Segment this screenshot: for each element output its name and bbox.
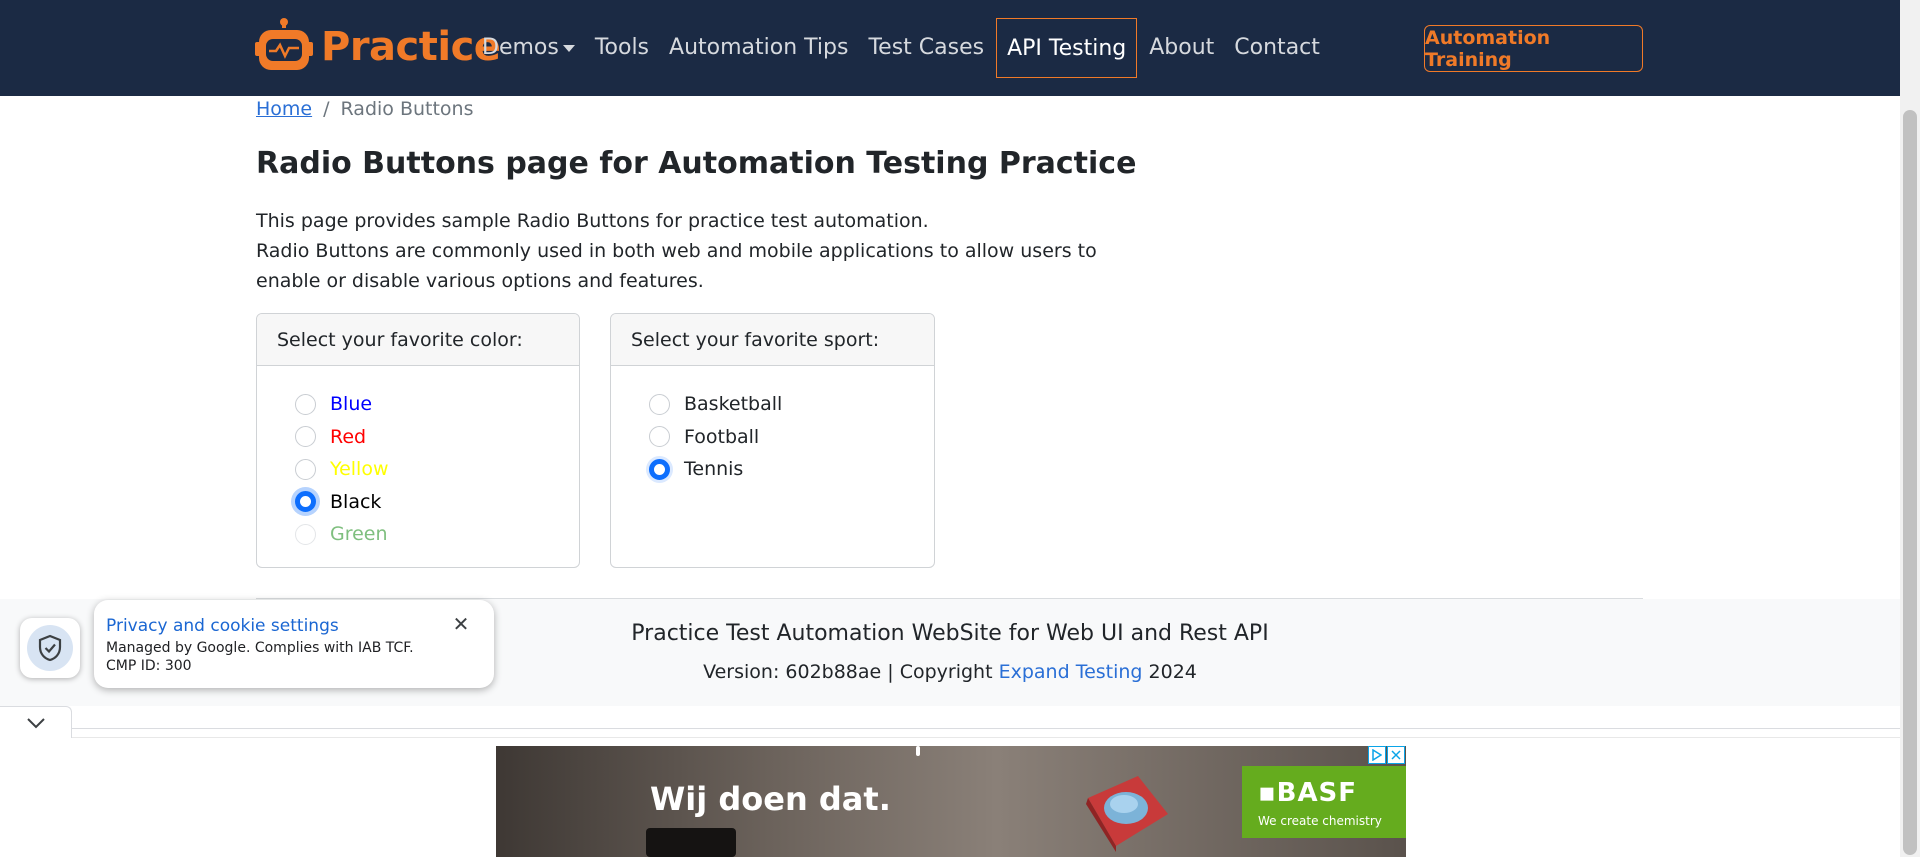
radio-black[interactable] bbox=[295, 491, 316, 513]
nav-links: Demos Tools Automation Tips Test Cases A… bbox=[472, 18, 1330, 78]
radio-football[interactable] bbox=[649, 426, 670, 448]
label-blue[interactable]: Blue bbox=[330, 393, 372, 415]
label-yellow[interactable]: Yellow bbox=[330, 458, 389, 480]
nav-test-cases[interactable]: Test Cases bbox=[858, 18, 994, 78]
cookie-settings-title[interactable]: Privacy and cookie settings bbox=[106, 616, 339, 636]
favorite-sport-card: Select your favorite sport: Basketball F… bbox=[610, 313, 935, 568]
caret-down-icon bbox=[562, 44, 575, 52]
color-card-header: Select your favorite color: bbox=[257, 314, 579, 366]
radio-tennis[interactable] bbox=[649, 458, 670, 480]
cookie-cmp-id: CMP ID: 300 bbox=[106, 658, 192, 674]
shield-check-icon bbox=[27, 625, 73, 671]
breadcrumb: Home / Radio Buttons bbox=[256, 98, 474, 120]
label-football[interactable]: Football bbox=[684, 426, 759, 448]
radio-option-basketball[interactable]: Basketball bbox=[649, 388, 934, 421]
footer-year: 2024 bbox=[1142, 661, 1197, 683]
ad-headline: Wij doen dat. bbox=[650, 780, 891, 818]
color-options: Blue Red Yellow Black Green bbox=[257, 366, 579, 551]
radio-option-yellow[interactable]: Yellow bbox=[295, 453, 579, 486]
scrollbar-thumb[interactable] bbox=[1903, 110, 1917, 855]
basf-tagline: We create chemistry bbox=[1258, 814, 1382, 828]
page-intro: This page provides sample Radio Buttons … bbox=[256, 206, 1156, 296]
radio-basketball[interactable] bbox=[649, 393, 670, 415]
ad-dark-shape bbox=[646, 828, 736, 857]
ad-light-mark bbox=[916, 746, 920, 756]
radio-option-green: Green bbox=[295, 518, 579, 551]
page-title: Radio Buttons page for Automation Testin… bbox=[256, 146, 1137, 181]
label-green: Green bbox=[330, 523, 388, 546]
automation-training-button[interactable]: Automation Training bbox=[1424, 25, 1643, 72]
adchoices-icon[interactable] bbox=[1368, 746, 1386, 764]
nav-demos-label: Demos bbox=[482, 35, 559, 60]
label-red[interactable]: Red bbox=[330, 426, 366, 448]
ad-close-icon[interactable] bbox=[1387, 746, 1405, 764]
ad-strip-divider bbox=[72, 728, 1900, 738]
radio-option-black[interactable]: Black bbox=[295, 486, 579, 519]
top-navbar: Practice Demos Tools Automation Tips Tes… bbox=[0, 0, 1900, 96]
nav-demos-dropdown[interactable]: Demos bbox=[472, 18, 585, 78]
page-scrollbar[interactable] bbox=[1900, 0, 1920, 857]
sport-options: Basketball Football Tennis bbox=[611, 366, 934, 486]
chevron-down-icon bbox=[26, 717, 45, 728]
label-tennis[interactable]: Tennis bbox=[684, 458, 743, 480]
collapse-ad-button[interactable] bbox=[0, 706, 72, 738]
radio-blue[interactable] bbox=[295, 393, 316, 415]
privacy-settings-button[interactable] bbox=[20, 618, 80, 678]
cookie-managed-text: Managed by Google. Complies with IAB TCF… bbox=[106, 640, 414, 656]
breadcrumb-current: Radio Buttons bbox=[340, 98, 474, 120]
label-black[interactable]: Black bbox=[330, 491, 381, 513]
label-basketball[interactable]: Basketball bbox=[684, 393, 782, 415]
dishwasher-tablet-icon bbox=[1086, 776, 1168, 852]
intro-line-1: This page provides sample Radio Buttons … bbox=[256, 210, 929, 232]
nav-api-testing[interactable]: API Testing bbox=[996, 18, 1138, 78]
breadcrumb-home-link[interactable]: Home bbox=[256, 98, 312, 120]
close-icon[interactable]: ✕ bbox=[451, 614, 471, 634]
brand-link[interactable]: Practice bbox=[255, 18, 501, 76]
robot-logo-icon bbox=[255, 18, 313, 70]
radio-green bbox=[295, 523, 316, 545]
ad-banner[interactable]: Wij doen dat. ▪BASF We create chemistry bbox=[496, 746, 1406, 857]
radio-option-red[interactable]: Red bbox=[295, 421, 579, 454]
footer-version-text: Version: 602b88ae | Copyright bbox=[703, 661, 999, 683]
nav-automation-tips[interactable]: Automation Tips bbox=[659, 18, 858, 78]
radio-option-football[interactable]: Football bbox=[649, 421, 934, 454]
sport-card-header: Select your favorite sport: bbox=[611, 314, 934, 366]
cookie-settings-popup: Privacy and cookie settings Managed by G… bbox=[94, 600, 494, 688]
basf-logo-text: ▪BASF bbox=[1258, 778, 1358, 808]
favorite-color-card: Select your favorite color: Blue Red Yel… bbox=[256, 313, 580, 568]
radio-red[interactable] bbox=[295, 426, 316, 448]
radio-option-blue[interactable]: Blue bbox=[295, 388, 579, 421]
radio-option-tennis[interactable]: Tennis bbox=[649, 453, 934, 486]
radio-yellow[interactable] bbox=[295, 458, 316, 480]
nav-tools[interactable]: Tools bbox=[585, 18, 659, 78]
basf-logo: ▪BASF We create chemistry bbox=[1242, 766, 1406, 838]
intro-line-2: Radio Buttons are commonly used in both … bbox=[256, 240, 1097, 292]
nav-contact[interactable]: Contact bbox=[1224, 18, 1330, 78]
nav-about[interactable]: About bbox=[1139, 18, 1224, 78]
breadcrumb-separator: / bbox=[323, 98, 330, 120]
expand-testing-link[interactable]: Expand Testing bbox=[999, 661, 1143, 683]
